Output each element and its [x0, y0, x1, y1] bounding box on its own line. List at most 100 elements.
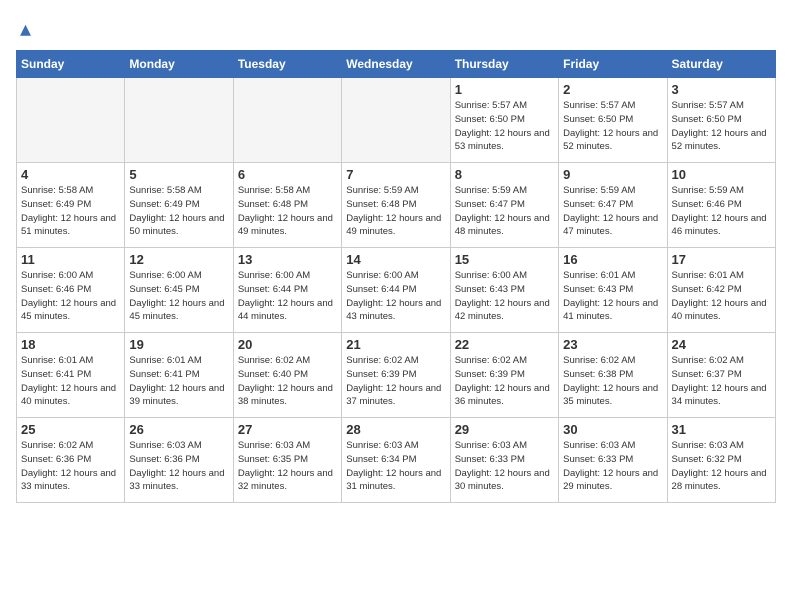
header-tuesday: Tuesday [233, 51, 341, 78]
day-info: Sunrise: 6:00 AMSunset: 6:43 PMDaylight:… [455, 269, 554, 324]
day-number: 23 [563, 337, 662, 352]
day-info: Sunrise: 5:58 AMSunset: 6:49 PMDaylight:… [129, 184, 228, 239]
day-number: 14 [346, 252, 445, 267]
day-cell: 26 Sunrise: 6:03 AMSunset: 6:36 PMDayligh… [125, 418, 233, 503]
day-info: Sunrise: 6:00 AMSunset: 6:44 PMDaylight:… [238, 269, 337, 324]
day-number: 13 [238, 252, 337, 267]
day-cell: 14 Sunrise: 6:00 AMSunset: 6:44 PMDayligh… [342, 248, 450, 333]
day-number: 28 [346, 422, 445, 437]
day-cell: 13 Sunrise: 6:00 AMSunset: 6:44 PMDayligh… [233, 248, 341, 333]
day-number: 17 [672, 252, 771, 267]
day-number: 27 [238, 422, 337, 437]
header-wednesday: Wednesday [342, 51, 450, 78]
day-cell [125, 78, 233, 163]
day-number: 5 [129, 167, 228, 182]
day-cell: 11 Sunrise: 6:00 AMSunset: 6:46 PMDayligh… [17, 248, 125, 333]
day-number: 19 [129, 337, 228, 352]
day-cell: 3 Sunrise: 5:57 AMSunset: 6:50 PMDaylight… [667, 78, 775, 163]
day-cell: 29 Sunrise: 6:03 AMSunset: 6:33 PMDayligh… [450, 418, 558, 503]
day-cell: 30 Sunrise: 6:03 AMSunset: 6:33 PMDayligh… [559, 418, 667, 503]
day-info: Sunrise: 5:58 AMSunset: 6:49 PMDaylight:… [21, 184, 120, 239]
day-info: Sunrise: 5:57 AMSunset: 6:50 PMDaylight:… [672, 99, 771, 154]
week-row-3: 11 Sunrise: 6:00 AMSunset: 6:46 PMDayligh… [17, 248, 776, 333]
day-cell: 25 Sunrise: 6:02 AMSunset: 6:36 PMDayligh… [17, 418, 125, 503]
day-info: Sunrise: 6:01 AMSunset: 6:41 PMDaylight:… [129, 354, 228, 409]
day-info: Sunrise: 5:59 AMSunset: 6:47 PMDaylight:… [563, 184, 662, 239]
day-number: 9 [563, 167, 662, 182]
day-number: 18 [21, 337, 120, 352]
day-cell: 9 Sunrise: 5:59 AMSunset: 6:47 PMDaylight… [559, 163, 667, 248]
day-cell: 16Sunrise: 6:01 AMSunset: 6:43 PMDayligh… [559, 248, 667, 333]
day-cell: 31 Sunrise: 6:03 AMSunset: 6:32 PMDayligh… [667, 418, 775, 503]
day-info: Sunrise: 6:03 AMSunset: 6:36 PMDaylight:… [129, 439, 228, 494]
day-number: 21 [346, 337, 445, 352]
day-cell: 28Sunrise: 6:03 AMSunset: 6:34 PMDayligh… [342, 418, 450, 503]
day-info: Sunrise: 5:57 AMSunset: 6:50 PMDaylight:… [563, 99, 662, 154]
day-number: 25 [21, 422, 120, 437]
day-info: Sunrise: 6:00 AMSunset: 6:44 PMDaylight:… [346, 269, 445, 324]
week-row-1: 1 Sunrise: 5:57 AMSunset: 6:50 PMDaylight… [17, 78, 776, 163]
calendar-table: SundayMondayTuesdayWednesdayThursdayFrid… [16, 50, 776, 503]
day-info: Sunrise: 5:59 AMSunset: 6:47 PMDaylight:… [455, 184, 554, 239]
day-info: Sunrise: 5:57 AMSunset: 6:50 PMDaylight:… [455, 99, 554, 154]
day-cell: 10 Sunrise: 5:59 AMSunset: 6:46 PMDayligh… [667, 163, 775, 248]
day-info: Sunrise: 6:02 AMSunset: 6:39 PMDaylight:… [346, 354, 445, 409]
day-cell: 7 Sunrise: 5:59 AMSunset: 6:48 PMDaylight… [342, 163, 450, 248]
day-info: Sunrise: 5:58 AMSunset: 6:48 PMDaylight:… [238, 184, 337, 239]
logo-bird-icon: ▴ [20, 16, 31, 42]
day-number: 3 [672, 82, 771, 97]
day-cell: 21 Sunrise: 6:02 AMSunset: 6:39 PMDayligh… [342, 333, 450, 418]
day-number: 22 [455, 337, 554, 352]
day-info: Sunrise: 6:00 AMSunset: 6:45 PMDaylight:… [129, 269, 228, 324]
day-number: 10 [672, 167, 771, 182]
day-info: Sunrise: 6:03 AMSunset: 6:35 PMDaylight:… [238, 439, 337, 494]
day-info: Sunrise: 6:00 AMSunset: 6:46 PMDaylight:… [21, 269, 120, 324]
day-number: 20 [238, 337, 337, 352]
week-row-5: 25 Sunrise: 6:02 AMSunset: 6:36 PMDayligh… [17, 418, 776, 503]
day-info: Sunrise: 6:02 AMSunset: 6:38 PMDaylight:… [563, 354, 662, 409]
day-number: 24 [672, 337, 771, 352]
header-saturday: Saturday [667, 51, 775, 78]
day-cell: 27 Sunrise: 6:03 AMSunset: 6:35 PMDayligh… [233, 418, 341, 503]
day-cell [342, 78, 450, 163]
day-info: Sunrise: 6:01 AMSunset: 6:41 PMDaylight:… [21, 354, 120, 409]
day-info: Sunrise: 6:03 AMSunset: 6:32 PMDaylight:… [672, 439, 771, 494]
page-header: ▴ [16, 16, 776, 42]
day-number: 12 [129, 252, 228, 267]
day-info: Sunrise: 6:01 AMSunset: 6:42 PMDaylight:… [672, 269, 771, 324]
day-number: 7 [346, 167, 445, 182]
day-number: 26 [129, 422, 228, 437]
day-number: 11 [21, 252, 120, 267]
day-info: Sunrise: 5:59 AMSunset: 6:48 PMDaylight:… [346, 184, 445, 239]
calendar-header-row: SundayMondayTuesdayWednesdayThursdayFrid… [17, 51, 776, 78]
day-number: 16 [563, 252, 662, 267]
day-number: 29 [455, 422, 554, 437]
day-info: Sunrise: 6:02 AMSunset: 6:40 PMDaylight:… [238, 354, 337, 409]
day-cell: 6 Sunrise: 5:58 AMSunset: 6:48 PMDaylight… [233, 163, 341, 248]
day-info: Sunrise: 6:03 AMSunset: 6:33 PMDaylight:… [455, 439, 554, 494]
day-cell: 17 Sunrise: 6:01 AMSunset: 6:42 PMDayligh… [667, 248, 775, 333]
header-friday: Friday [559, 51, 667, 78]
day-number: 30 [563, 422, 662, 437]
day-number: 6 [238, 167, 337, 182]
day-cell: 1 Sunrise: 5:57 AMSunset: 6:50 PMDaylight… [450, 78, 558, 163]
day-cell: 19 Sunrise: 6:01 AMSunset: 6:41 PMDayligh… [125, 333, 233, 418]
day-number: 1 [455, 82, 554, 97]
day-cell: 15Sunrise: 6:00 AMSunset: 6:43 PMDayligh… [450, 248, 558, 333]
day-number: 4 [21, 167, 120, 182]
day-cell: 22 Sunrise: 6:02 AMSunset: 6:39 PMDayligh… [450, 333, 558, 418]
logo: ▴ [16, 16, 31, 42]
day-number: 31 [672, 422, 771, 437]
day-cell [233, 78, 341, 163]
day-info: Sunrise: 6:03 AMSunset: 6:33 PMDaylight:… [563, 439, 662, 494]
day-info: Sunrise: 6:02 AMSunset: 6:39 PMDaylight:… [455, 354, 554, 409]
day-cell: 23 Sunrise: 6:02 AMSunset: 6:38 PMDayligh… [559, 333, 667, 418]
day-info: Sunrise: 5:59 AMSunset: 6:46 PMDaylight:… [672, 184, 771, 239]
day-cell: 20 Sunrise: 6:02 AMSunset: 6:40 PMDayligh… [233, 333, 341, 418]
week-row-4: 18 Sunrise: 6:01 AMSunset: 6:41 PMDayligh… [17, 333, 776, 418]
day-cell: 2Sunrise: 5:57 AMSunset: 6:50 PMDaylight… [559, 78, 667, 163]
week-row-2: 4 Sunrise: 5:58 AMSunset: 6:49 PMDaylight… [17, 163, 776, 248]
day-cell: 24 Sunrise: 6:02 AMSunset: 6:37 PMDayligh… [667, 333, 775, 418]
day-info: Sunrise: 6:02 AMSunset: 6:37 PMDaylight:… [672, 354, 771, 409]
day-info: Sunrise: 6:02 AMSunset: 6:36 PMDaylight:… [21, 439, 120, 494]
